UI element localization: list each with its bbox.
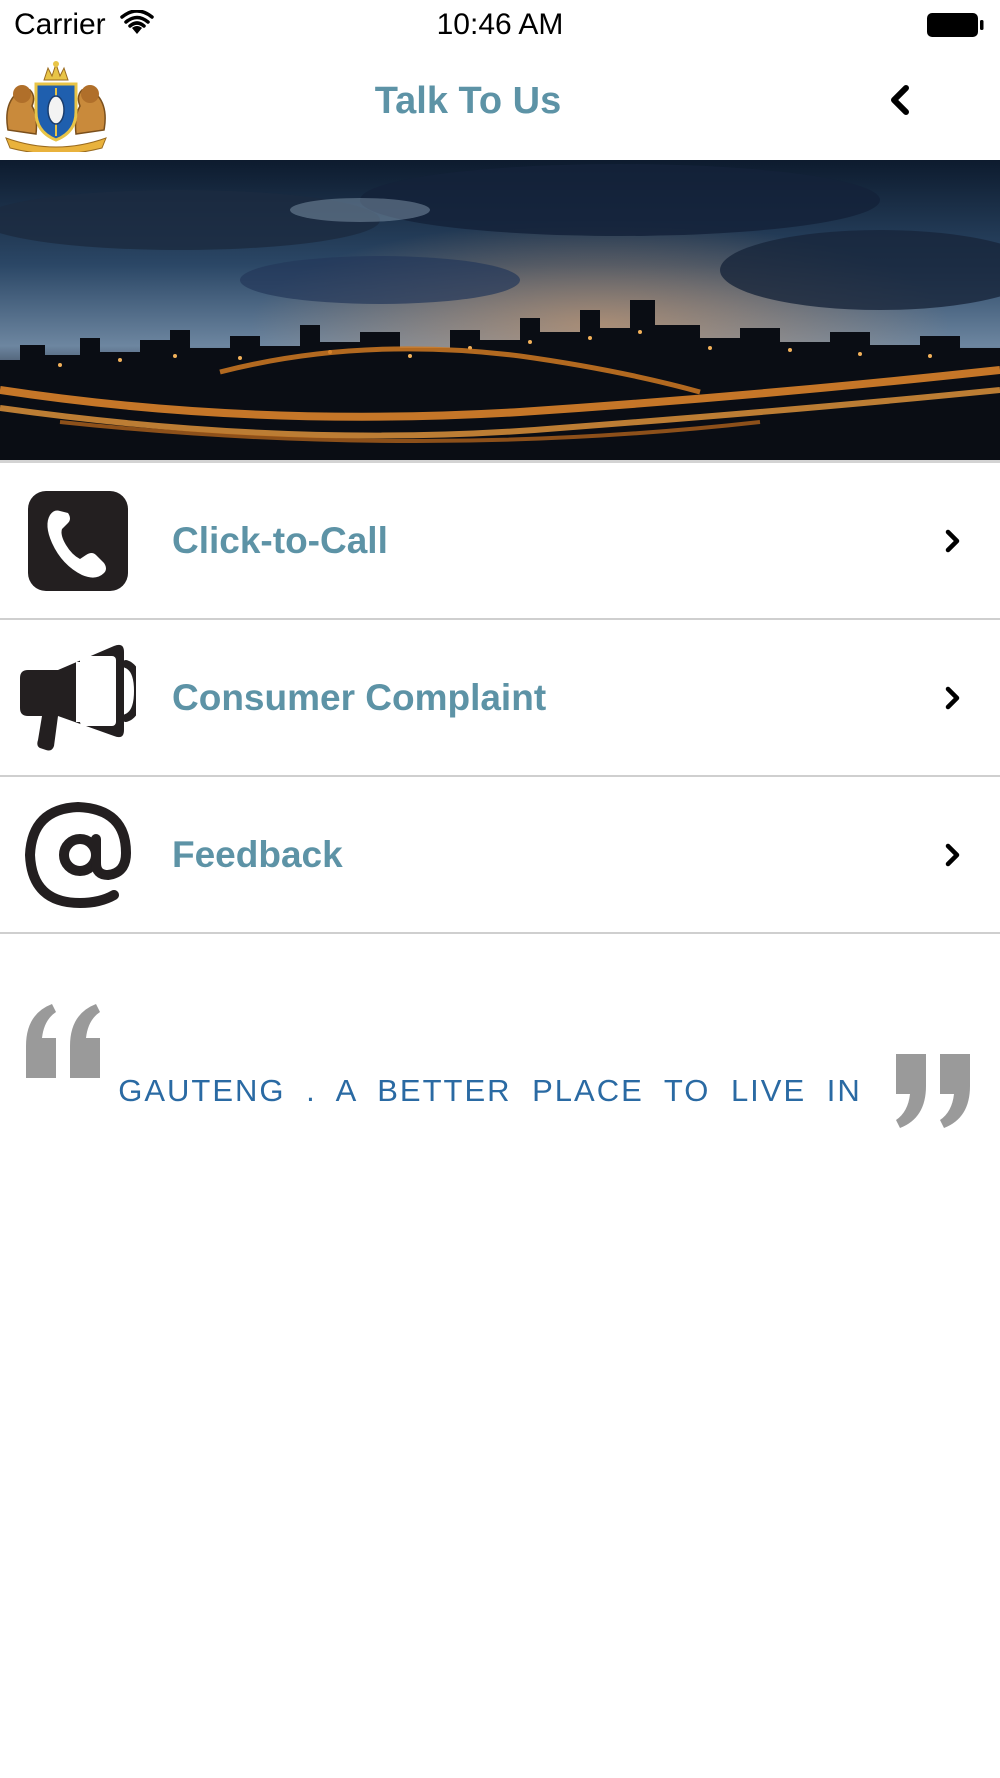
row-divider: [0, 932, 1000, 934]
close-quote-icon: [896, 1054, 970, 1128]
page-title: Talk To Us: [374, 80, 562, 122]
battery-icon: [927, 13, 984, 37]
slogan-text: GAUTENG . A BETTER PLACE TO LIVE IN: [118, 1073, 862, 1108]
status-time: 10:46 AM: [436, 8, 564, 41]
chevron-right-icon: [945, 843, 960, 867]
menu-item-label: Consumer Complaint: [172, 677, 547, 718]
menu-item-label: Click-to-Call: [172, 520, 388, 561]
phone-icon: [28, 491, 128, 591]
city-night-skyline-image: [0, 160, 1000, 460]
menu-item-consumer-complaint[interactable]: Consumer Complaint: [0, 620, 1000, 777]
chevron-right-icon: [945, 529, 960, 553]
at-sign-icon: [24, 801, 132, 909]
open-quote-icon: [26, 1004, 100, 1078]
navigation-bar: Talk To Us: [0, 50, 1000, 160]
menu-item-feedback[interactable]: Feedback: [0, 777, 1000, 934]
menu-item-click-to-call[interactable]: Click-to-Call: [0, 463, 1000, 620]
status-bar: Carrier 10:46 AM: [0, 0, 1000, 50]
menu-item-label: Feedback: [172, 834, 343, 875]
chevron-right-icon: [945, 686, 960, 710]
chevron-left-icon[interactable]: [876, 76, 924, 124]
megaphone-icon: [20, 644, 136, 751]
